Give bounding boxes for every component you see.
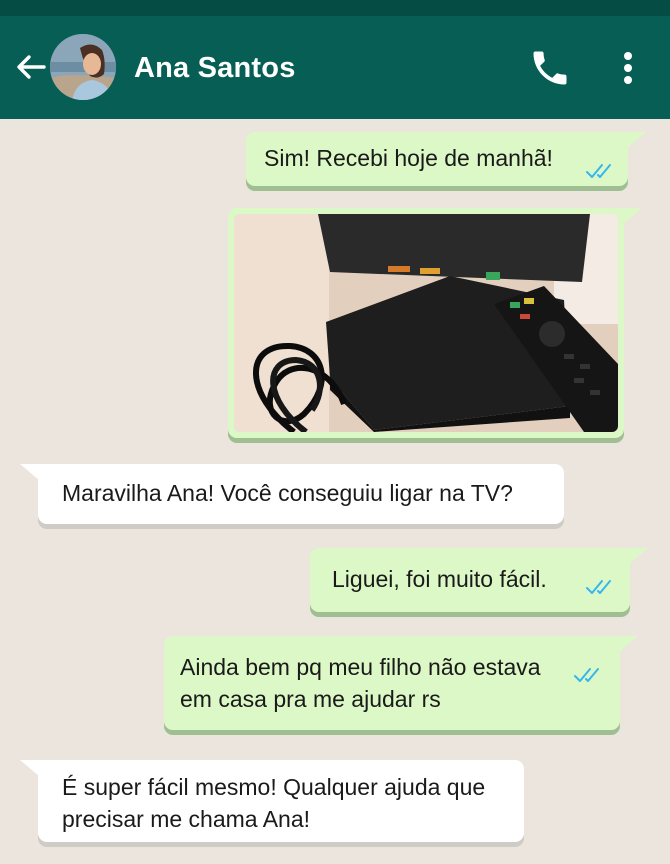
double-check-icon (586, 580, 611, 594)
message-line: em casa pra me ajudar rs (180, 686, 441, 712)
message-outgoing-image[interactable] (228, 208, 642, 438)
bubble-tail (622, 548, 648, 570)
more-vert-icon[interactable] (614, 46, 642, 90)
message-line: precisar me chama Ana! (62, 806, 311, 832)
double-check-icon (586, 164, 611, 178)
phone-icon[interactable] (528, 46, 572, 90)
bubble-tail (620, 132, 646, 154)
message-line: É super fácil mesmo! Qualquer ajuda que (62, 774, 486, 800)
chat-header: Ana Santos (0, 16, 670, 119)
bubble-tail (612, 636, 638, 658)
message-incoming[interactable]: É super fácil mesmo! Qualquer ajuda que … (20, 760, 524, 842)
message-text: Sim! Recebi hoje de manhã! (264, 145, 553, 171)
status-bar (0, 0, 670, 16)
double-check-icon (574, 668, 599, 682)
back-arrow-icon[interactable] (14, 50, 48, 84)
tv-box-photo[interactable] (234, 214, 618, 432)
bubble-tail (616, 208, 642, 230)
message-outgoing[interactable]: Ainda bem pq meu filho não estava em cas… (164, 636, 638, 730)
message-outgoing[interactable]: Sim! Recebi hoje de manhã! (246, 132, 646, 186)
message-text: Maravilha Ana! Você conseguiu ligar na T… (62, 480, 513, 506)
message-outgoing[interactable]: Liguei, foi muito fácil. (310, 548, 648, 612)
bubble-tail (20, 760, 46, 782)
avatar[interactable] (50, 34, 116, 100)
message-text: Liguei, foi muito fácil. (332, 566, 547, 592)
bubble-tail (20, 464, 46, 486)
message-line: Ainda bem pq meu filho não estava (180, 654, 541, 680)
contact-name[interactable]: Ana Santos (134, 52, 296, 85)
message-incoming[interactable]: Maravilha Ana! Você conseguiu ligar na T… (20, 464, 564, 524)
